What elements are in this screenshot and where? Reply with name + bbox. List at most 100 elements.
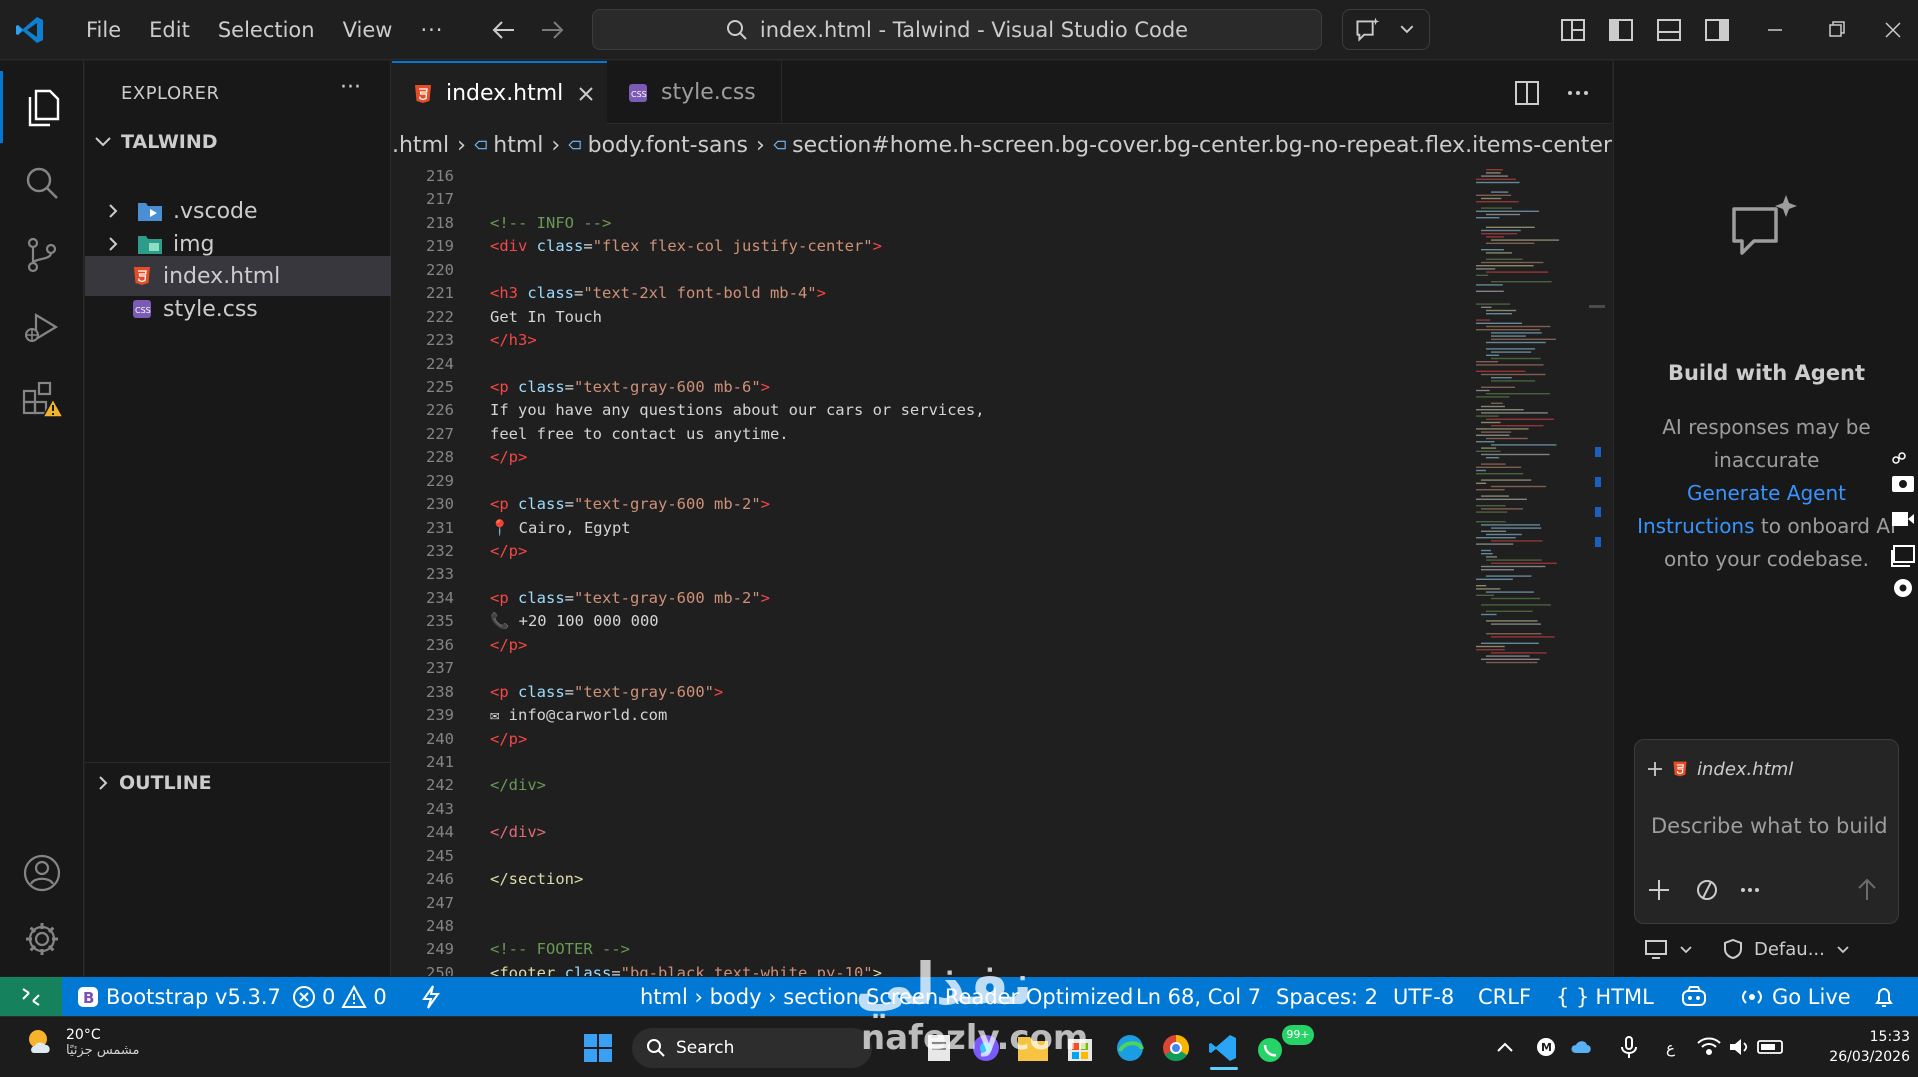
tree-item-style-css[interactable]: CSS style.css	[85, 289, 391, 329]
chat-input-placeholder[interactable]: Describe what to build	[1651, 814, 1888, 838]
monitor-icon[interactable]	[1644, 938, 1668, 960]
encoding-status[interactable]: UTF-8	[1393, 977, 1454, 1016]
problems-status[interactable]: 0 0	[292, 977, 387, 1016]
extensions-activity[interactable]	[0, 363, 84, 435]
chrome-icon[interactable]	[1163, 1034, 1190, 1062]
minimap-line	[1491, 335, 1526, 337]
context-chip[interactable]: index.html	[1647, 752, 1793, 786]
copilot-status[interactable]	[1680, 977, 1708, 1016]
link-icon[interactable]	[1892, 452, 1906, 464]
toggle-panel-icon[interactable]	[1657, 19, 1681, 41]
microphone-icon[interactable]	[1621, 1036, 1637, 1058]
m-app-icon[interactable]: M	[1537, 1038, 1555, 1056]
breadcrumb-html[interactable]: html	[493, 133, 543, 158]
store-icon[interactable]	[1068, 1039, 1092, 1061]
eol-status[interactable]: CRLF	[1478, 977, 1531, 1016]
back-arrow-icon[interactable]	[492, 21, 514, 39]
file-icon[interactable]	[928, 1035, 950, 1061]
vscode-taskbar-icon[interactable]	[1209, 1035, 1238, 1070]
indentation-status[interactable]: Spaces: 2	[1276, 977, 1378, 1016]
send-arrow-icon[interactable]	[1858, 878, 1876, 900]
chevron-down-icon[interactable]	[1678, 941, 1694, 957]
chat-input-box[interactable]: index.html Describe what to build	[1634, 739, 1899, 924]
toggle-primary-sidebar-icon[interactable]	[1609, 19, 1633, 41]
vertical-scrollbar[interactable]	[1587, 165, 1607, 976]
element-path-status[interactable]: html › body › section	[640, 977, 859, 1016]
outline-section[interactable]: OUTLINE	[85, 762, 391, 802]
battery-icon[interactable]	[1757, 1040, 1783, 1054]
tag: </div>	[490, 776, 546, 795]
wifi-icon[interactable]	[1697, 1037, 1721, 1055]
explorer-more-button[interactable]: ···	[340, 75, 361, 100]
tools-icon[interactable]	[1697, 880, 1717, 900]
source-control-activity[interactable]	[0, 219, 84, 291]
search-activity[interactable]	[0, 147, 84, 219]
breadcrumb-file[interactable]: .html	[392, 133, 449, 158]
menu-selection[interactable]: Selection	[204, 18, 329, 42]
line-number: 216	[426, 167, 454, 185]
minimap-line	[1481, 261, 1544, 264]
gear-icon[interactable]	[1894, 579, 1912, 597]
copilot-app-icon[interactable]	[973, 1035, 999, 1061]
menu-file[interactable]: File	[72, 18, 135, 42]
menu-more[interactable]: ···	[406, 18, 457, 42]
video-icon[interactable]	[1892, 512, 1914, 526]
chevron-down-icon[interactable]	[1835, 941, 1851, 957]
window-icon[interactable]	[1891, 545, 1915, 567]
window-title: index.html - Talwind - Visual Studio Cod…	[759, 17, 1189, 42]
taskbar-search[interactable]: Search	[632, 1028, 872, 1068]
chat-toggle-button[interactable]	[1342, 9, 1430, 50]
close-window-icon[interactable]	[1885, 22, 1901, 38]
minimap[interactable]	[1474, 165, 1584, 976]
forward-arrow-icon[interactable]	[542, 21, 564, 39]
agent-mode-label[interactable]: Defau...	[1754, 939, 1825, 960]
explorer-activity[interactable]	[0, 71, 84, 143]
breadcrumb-body[interactable]: body.font-sans	[588, 133, 748, 158]
add-context-icon[interactable]	[1647, 761, 1663, 777]
language-indicator[interactable]: ع	[1666, 1039, 1675, 1057]
toggle-secondary-sidebar-icon[interactable]	[1705, 19, 1729, 41]
code-content[interactable]: <!-- INFO --> <div class="flex flex-col …	[490, 165, 1490, 976]
code-editor[interactable]: 216 217 218 219 220 221 222 223 224 225 226 227 228 2…	[392, 165, 1612, 976]
cursor-position-status[interactable]: Ln 68, Col 7	[1136, 977, 1261, 1016]
bootstrap-status[interactable]: B Bootstrap v5.3.7	[76, 977, 281, 1016]
attach-plus-icon[interactable]	[1649, 880, 1669, 900]
volume-icon[interactable]	[1730, 1039, 1748, 1055]
close-tab-icon[interactable]	[577, 85, 595, 103]
whatsapp-icon[interactable]	[1258, 1038, 1282, 1062]
cloud-icon[interactable]	[1571, 1041, 1591, 1053]
more-icon[interactable]	[1741, 888, 1759, 892]
menu-edit[interactable]: Edit	[135, 18, 204, 42]
menu-view[interactable]: View	[329, 18, 407, 42]
chevron-up-icon[interactable]	[1497, 1042, 1513, 1052]
lightning-status[interactable]	[420, 977, 442, 1016]
go-live-button[interactable]: Go Live	[1738, 977, 1851, 1016]
more-actions-icon[interactable]	[1568, 90, 1588, 95]
split-editor-icon[interactable]	[1515, 80, 1539, 105]
customize-layout-icon[interactable]	[1561, 19, 1585, 41]
edge-icon[interactable]	[1117, 1035, 1144, 1061]
windows-start-icon[interactable]	[580, 1031, 616, 1065]
weather-widget[interactable]: 20°C مشمس جزئيًا	[24, 1025, 140, 1059]
code-line: <p class="text-gray-600 mb-2">	[490, 493, 1490, 516]
source-control-icon	[27, 237, 57, 273]
workspace-root[interactable]: TALWIND	[85, 123, 391, 161]
screen-reader-status[interactable]: Screen Reader Optimized	[866, 977, 1133, 1016]
manage-activity[interactable]	[0, 903, 84, 975]
command-center-search[interactable]: index.html - Talwind - Visual Studio Cod…	[592, 9, 1322, 50]
explorer-title: EXPLORER	[121, 83, 220, 104]
notifications-button[interactable]	[1872, 977, 1896, 1016]
tab-index-html[interactable]: index.html	[392, 61, 607, 124]
folder-icon[interactable]	[1018, 1037, 1048, 1061]
camera-icon[interactable]	[1892, 476, 1914, 492]
breadcrumb-section[interactable]: section#home.h-screen.bg-cover.bg-center…	[792, 133, 1612, 158]
system-clock[interactable]: 15:33 26/03/2026	[1810, 1027, 1910, 1067]
tab-style-css[interactable]: CSS style.css	[607, 61, 782, 124]
run-debug-activity[interactable]	[0, 291, 84, 363]
restore-icon[interactable]	[1829, 21, 1845, 37]
remote-indicator[interactable]	[0, 977, 62, 1016]
language-status[interactable]: { } HTML	[1556, 977, 1654, 1016]
accounts-activity[interactable]	[0, 837, 84, 909]
